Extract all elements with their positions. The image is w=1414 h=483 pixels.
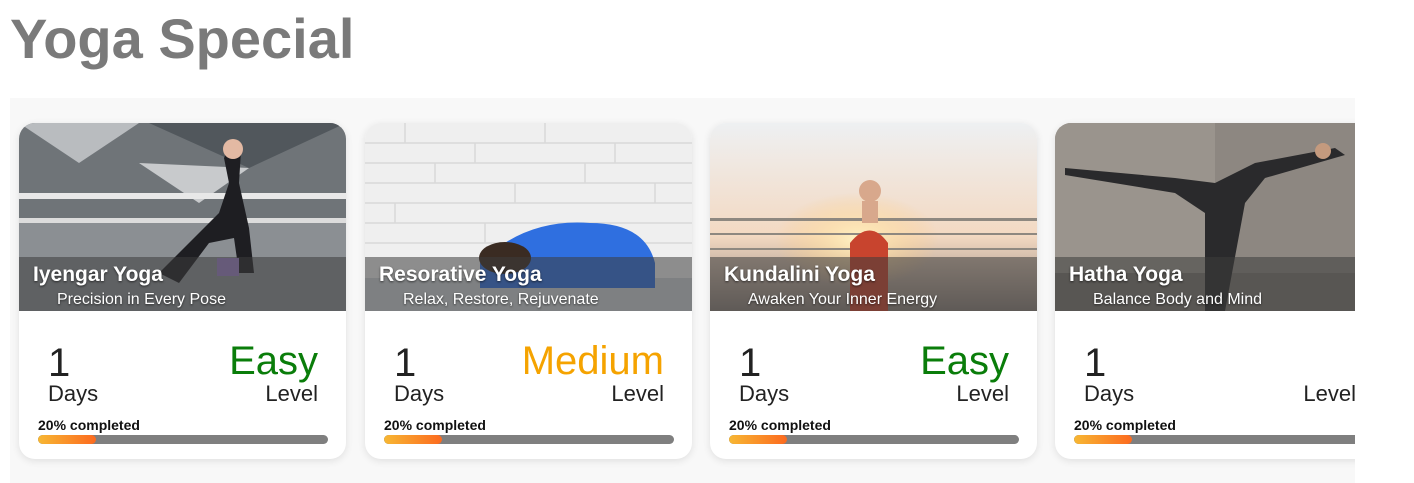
days-count: 1	[1084, 341, 1107, 385]
card-subtitle: Balance Body and Mind	[1093, 291, 1262, 308]
yoga-card-resorative[interactable]: Resorative Yoga Relax, Restore, Rejuvena…	[365, 123, 692, 459]
progress-text: 20% completed	[38, 417, 140, 433]
days-label: Days	[739, 381, 790, 406]
yoga-card-hatha[interactable]: Hatha Yoga Balance Body and Mind 1 Days …	[1055, 123, 1355, 459]
days-label: Days	[394, 381, 445, 406]
card-title: Resorative Yoga	[379, 263, 542, 286]
days-count: 1	[48, 341, 71, 385]
card-title: Kundalini Yoga	[724, 263, 875, 286]
level-value: Medium	[521, 339, 664, 383]
card-subtitle: Precision in Every Pose	[57, 291, 226, 308]
page-title: Yoga Special	[10, 7, 355, 70]
progress-bar	[729, 435, 1019, 444]
progress-fill	[38, 435, 96, 444]
yoga-carousel[interactable]: Iyengar Yoga Precision in Every Pose 1 D…	[10, 98, 1355, 483]
days-label: Days	[1084, 381, 1135, 406]
card-subtitle: Relax, Restore, Rejuvenate	[403, 291, 599, 308]
progress-bar	[384, 435, 674, 444]
progress-text: 20% completed	[1074, 417, 1176, 433]
card-title: Iyengar Yoga	[33, 263, 163, 286]
progress-fill	[384, 435, 442, 444]
progress-bar	[38, 435, 328, 444]
card-title: Hatha Yoga	[1069, 263, 1183, 286]
days-count: 1	[739, 341, 762, 385]
progress-fill	[1074, 435, 1132, 444]
level-label: Level	[1303, 381, 1355, 406]
days-label: Days	[48, 381, 99, 406]
yoga-card-kundalini[interactable]: Kundalini Yoga Awaken Your Inner Energy …	[710, 123, 1037, 459]
level-label: Level	[611, 381, 664, 406]
level-label: Level	[956, 381, 1009, 406]
yoga-card-iyengar[interactable]: Iyengar Yoga Precision in Every Pose 1 D…	[19, 123, 346, 459]
progress-fill	[729, 435, 787, 444]
level-label: Level	[265, 381, 318, 406]
progress-bar	[1074, 435, 1355, 444]
level-value: Easy	[920, 339, 1009, 383]
level-value: Easy	[229, 339, 318, 383]
progress-text: 20% completed	[729, 417, 831, 433]
days-count: 1	[394, 341, 417, 385]
card-subtitle: Awaken Your Inner Energy	[748, 291, 938, 308]
progress-text: 20% completed	[384, 417, 486, 433]
